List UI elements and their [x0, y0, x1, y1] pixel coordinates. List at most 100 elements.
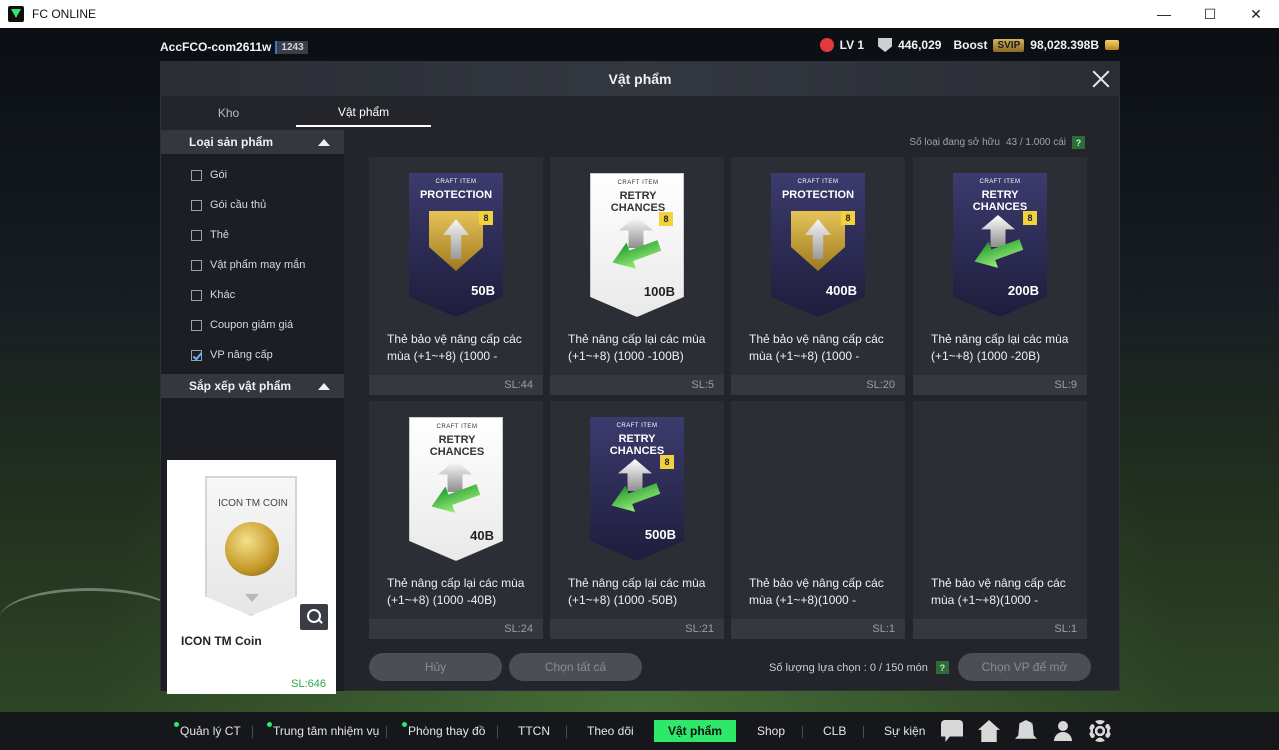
open-items-button[interactable]: Chọn VP để mở: [958, 653, 1091, 681]
new-dot-icon: [402, 722, 407, 727]
item-card[interactable]: CRAFT ITEM RETRY CHANCES 8 500B Thẻ nâng…: [550, 401, 724, 639]
nav-clb[interactable]: CLB: [823, 720, 846, 742]
item-card[interactable]: CRAFT ITEM RETRY CHANCES 40B Thẻ nâng cấ…: [369, 401, 543, 639]
item-name: Thẻ nâng cấp lại các mùa (+1~+8) (1000 -…: [568, 576, 706, 607]
item-card-art: CRAFT ITEM PROTECTION 8 400B: [771, 173, 865, 317]
card-value: 500B: [644, 527, 676, 542]
card-title: RETRY CHANCES: [972, 189, 1028, 213]
craft-label: CRAFT ITEM: [797, 179, 839, 185]
minimize-button[interactable]: —: [1141, 0, 1187, 28]
nav-label: Sự kiện: [884, 724, 926, 738]
item-card[interactable]: CRAFT ITEM PROTECTION 8 400B Thẻ bảo vệ …: [731, 157, 905, 395]
help-icon[interactable]: ?: [1072, 136, 1085, 149]
item-quantity: SL:1: [913, 619, 1087, 639]
owned-label: Số loại đang sở hữu: [909, 137, 1000, 148]
item-card[interactable]: CRAFT ITEM RETRY CHANCES 8 100B Thẻ nâng…: [550, 157, 724, 395]
craft-label: CRAFT ITEM: [616, 423, 658, 429]
item-card-art: CRAFT ITEM PROTECTION 8 50B: [409, 173, 503, 317]
home-badge: 3: [994, 720, 1000, 728]
filter-goi[interactable]: Gói: [161, 160, 344, 190]
nav-quan-ly-ct[interactable]: Quản lý CT: [174, 720, 241, 742]
level-8-badge-icon: 8: [1023, 211, 1037, 225]
window-close-button[interactable]: ✕: [1233, 0, 1279, 28]
checkbox-checked[interactable]: [191, 349, 202, 361]
level-8-badge-icon: 8: [660, 455, 674, 469]
item-card-art: CRAFT ITEM RETRY CHANCES 8 200B: [953, 173, 1047, 317]
coin-emblem-icon: [225, 522, 279, 576]
window-titlebar: FC ONLINE — ☐ ✕: [0, 0, 1279, 28]
bottom-navigation: Quản lý CT Trung tâm nhiệm vụ Phòng thay…: [0, 712, 1279, 750]
sort-items-header[interactable]: Sắp xếp vật phẩm: [161, 374, 344, 398]
coin-icon: [1105, 40, 1119, 50]
item-card[interactable]: Thẻ bảo vệ nâng cấp các mùa (+1~+8)(1000…: [913, 401, 1087, 639]
card-title: RETRY CHANCES: [429, 434, 485, 458]
card-title: PROTECTION: [419, 189, 493, 201]
item-name: Thẻ nâng cấp lại các mùa (+1~+8) (1000 -…: [387, 576, 525, 607]
player-stats: LV 1 446,029 Boost SVIP 98,028.398B: [819, 38, 1119, 52]
card-value: 50B: [471, 283, 495, 298]
checkbox[interactable]: [191, 259, 202, 271]
filter-the[interactable]: Thẻ: [161, 220, 344, 250]
select-all-button[interactable]: Chọn tất cả: [509, 653, 642, 681]
checkbox[interactable]: [191, 319, 202, 331]
help-icon[interactable]: ?: [935, 661, 949, 674]
collapse-up-icon: [318, 138, 330, 146]
craft-label: CRAFT ITEM: [435, 179, 477, 185]
item-name: Thẻ nâng cấp lại các mùa (+1~+8) (1000 -…: [931, 332, 1069, 363]
window-title: FC ONLINE: [32, 7, 97, 21]
cancel-button[interactable]: Hủy: [369, 653, 502, 681]
chat-icon[interactable]: [941, 720, 963, 742]
item-quantity: SL:24: [369, 619, 543, 639]
checkbox[interactable]: [191, 199, 202, 211]
checkbox[interactable]: [191, 229, 202, 241]
user-icon[interactable]: [1052, 720, 1074, 742]
nav-trung-tam-nhiem-vu[interactable]: Trung tâm nhiệm vụ: [267, 720, 379, 742]
protection-shield-icon: [429, 211, 483, 271]
bell-icon[interactable]: 15: [1015, 720, 1037, 739]
item-card[interactable]: CRAFT ITEM RETRY CHANCES 8 200B Thẻ nâng…: [913, 157, 1087, 395]
filter-goi-cau-thu[interactable]: Gói cầu thủ: [161, 190, 344, 220]
gear-icon[interactable]: [1089, 720, 1111, 742]
maximize-button[interactable]: ☐: [1187, 0, 1233, 28]
items-modal: Vật phẩm Kho Vật phẩm Loại sản phẩm Gói …: [160, 61, 1120, 694]
tab-vat-pham[interactable]: Vật phẩm: [296, 99, 431, 127]
checkbox[interactable]: [191, 289, 202, 301]
filter-label: Thẻ: [210, 229, 229, 241]
app-logo-icon: [8, 6, 24, 22]
window-controls: — ☐ ✕: [1141, 0, 1279, 28]
pitch-line: [0, 588, 180, 648]
item-card-art: CRAFT ITEM RETRY CHANCES 40B: [409, 417, 503, 561]
filter-coupon-giam-gia[interactable]: Coupon giảm giá: [161, 310, 344, 340]
owned-value: 43 / 1.000 cái: [1005, 137, 1066, 148]
retry-arrows-icon: [428, 458, 486, 516]
nav-label: TTCN: [518, 724, 550, 738]
zoom-icon[interactable]: [300, 604, 328, 630]
nav-shop[interactable]: Shop: [757, 720, 785, 742]
nav-ttcn[interactable]: TTCN: [518, 720, 550, 742]
nav-vat-pham[interactable]: Vật phẩm: [654, 720, 737, 742]
craft-label: CRAFT ITEM: [436, 424, 478, 430]
nav-theo-doi[interactable]: Theo dõi: [587, 720, 634, 742]
filter-vp-nang-cap[interactable]: VP nâng cấp: [161, 340, 344, 370]
nav-label: Phòng thay đồ: [408, 724, 486, 738]
modal-title: Vật phẩm: [608, 71, 672, 87]
filter-vat-pham-may-man[interactable]: Vật phẩm may mắn: [161, 250, 344, 280]
nav-label: Theo dõi: [587, 724, 634, 738]
item-card[interactable]: Thẻ bảo vệ nâng cấp các mùa (+1~+8)(1000…: [731, 401, 905, 639]
checkbox[interactable]: [191, 169, 202, 181]
home-icon[interactable]: 3: [978, 720, 1000, 742]
filter-list: Gói Gói cầu thủ Thẻ Vật phẩm may mắn Khá…: [161, 154, 344, 374]
tab-kho[interactable]: Kho: [161, 99, 296, 127]
preview-quantity: SL:646: [291, 678, 326, 690]
product-type-header[interactable]: Loại sản phẩm: [161, 130, 344, 154]
nav-phong-thay-do[interactable]: Phòng thay đồ: [402, 720, 486, 742]
boost-label: Boost: [953, 38, 988, 52]
nav-su-kien[interactable]: Sự kiện: [884, 720, 925, 742]
close-icon[interactable]: [1087, 65, 1115, 93]
filter-label: Gói cầu thủ: [210, 199, 267, 211]
filter-khac[interactable]: Khác: [161, 280, 344, 310]
item-quantity: SL:44: [369, 375, 543, 395]
item-quantity: SL:1: [731, 619, 905, 639]
item-card[interactable]: CRAFT ITEM PROTECTION 8 50B Thẻ bảo vệ n…: [369, 157, 543, 395]
preview-card: ICON TM COIN: [205, 476, 297, 616]
